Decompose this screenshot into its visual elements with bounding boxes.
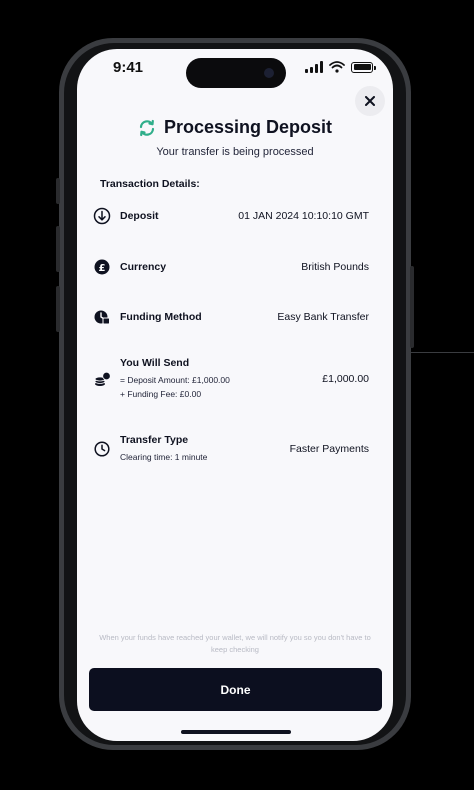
detail-row-deposit: Deposit 01 JAN 2024 10:10:10 GMT [93,207,369,225]
volume-down-button [56,286,60,332]
detail-value: British Pounds [301,261,369,273]
svg-text:£: £ [99,263,106,274]
title-row: Processing Deposit [77,117,393,138]
arrow-down-circle-icon [93,207,111,225]
close-button[interactable] [355,86,385,116]
screen: 9:41 Processing Deposit Your transfer is… [77,49,393,741]
detail-value: Easy Bank Transfer [277,311,369,323]
detail-label-col: Transfer Type Clearing time: 1 minute [120,434,290,464]
coins-stack-icon [93,370,111,388]
pound-coin-icon: £ [93,258,111,276]
page-subtitle: Your transfer is being processed [156,146,314,158]
detail-label: You Will Send [120,357,190,369]
camera-icon [264,68,274,78]
detail-sub-funding-fee: + Funding Fee: £0.00 [120,389,202,399]
status-icons [305,61,376,73]
home-indicator [181,730,291,734]
done-button[interactable]: Done [89,668,382,711]
detail-sub-deposit-amount: = Deposit Amount: £1,000.00 [120,375,230,385]
volume-up-button [56,226,60,272]
detail-sub-clearing-time: Clearing time: 1 minute [120,452,208,462]
detail-row-you-will-send: You Will Send = Deposit Amount: £1,000.0… [93,357,369,401]
detail-value: Faster Payments [289,443,369,455]
battery-icon [351,61,376,73]
detail-row-funding-method: Funding Method Easy Bank Transfer [93,308,369,326]
detail-value: 01 JAN 2024 10:10:10 GMT [238,210,369,222]
wifi-icon [329,61,345,73]
detail-label: Funding Method [120,311,202,323]
detail-row-currency: £ Currency British Pounds [93,258,369,276]
signal-icon [305,61,323,73]
clock-icon [93,440,111,458]
detail-label-col: Deposit [120,210,238,222]
header: Processing Deposit Your transfer is bein… [77,117,393,158]
dynamic-island [186,58,286,88]
detail-label-col: You Will Send = Deposit Amount: £1,000.0… [120,357,322,401]
detail-label: Currency [120,261,167,273]
divider-line [411,352,474,353]
page-title: Processing Deposit [163,117,333,137]
power-button [410,266,414,348]
detail-value: £1,000.00 [322,373,369,385]
funding-method-icon [93,308,111,326]
refresh-icon [139,119,155,136]
detail-label-col: Funding Method [120,311,277,323]
close-icon [365,96,375,106]
action-button [56,178,60,204]
detail-label: Transfer Type [120,434,189,446]
status-time: 9:41 [113,59,144,76]
footer-note: When your funds have reached your wallet… [99,633,371,654]
detail-label: Deposit [120,210,159,222]
detail-label-col: Currency [120,261,301,273]
section-label: Transaction Details: [100,178,200,190]
detail-row-transfer-type: Transfer Type Clearing time: 1 minute Fa… [93,434,369,464]
